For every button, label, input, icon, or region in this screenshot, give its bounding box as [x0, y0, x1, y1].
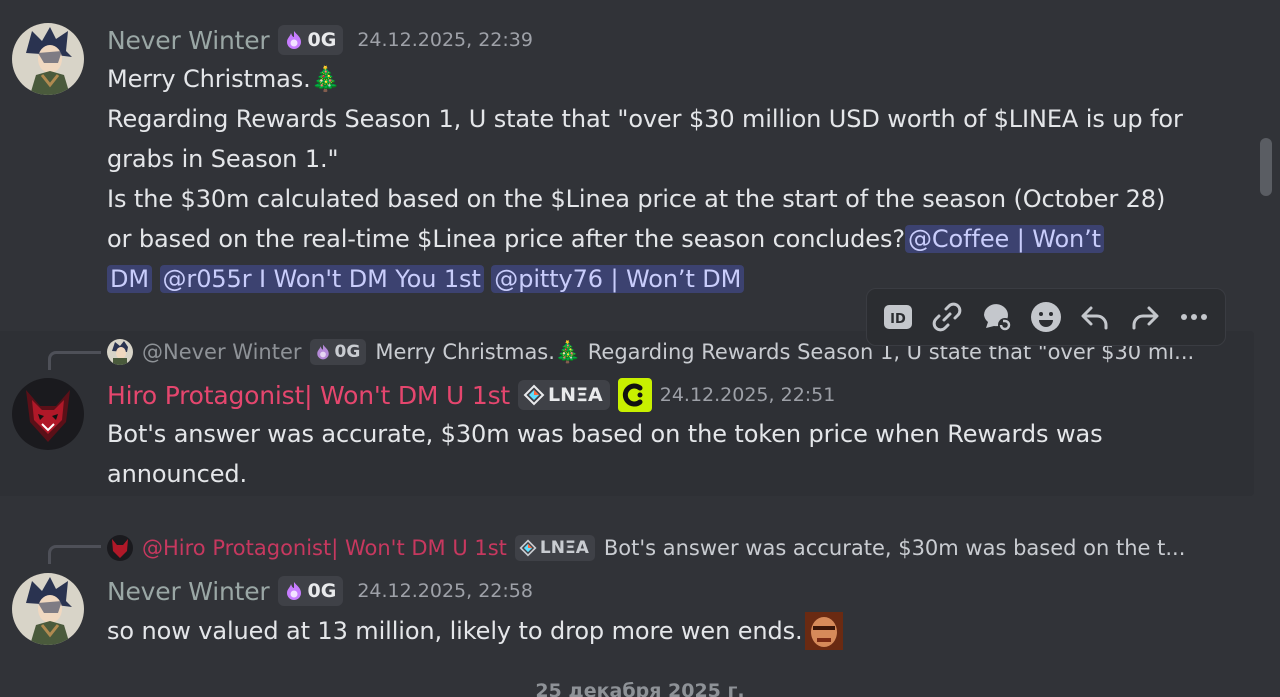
message-content: Bot's answer was accurate, $30m was base…	[107, 414, 1227, 494]
username[interactable]: Never Winter	[107, 577, 270, 606]
guild-tag[interactable]: 0G	[277, 576, 344, 606]
guild-tag[interactable]: LNΞA	[518, 380, 610, 410]
avatar-image	[107, 535, 133, 561]
message-header: Never Winter 0G 24.12.2025, 22:39	[107, 22, 533, 58]
message-line: announced.	[107, 460, 248, 488]
svg-text:ID: ID	[890, 312, 906, 327]
message-3[interactable]: @Hiro Protagonist| Won't DM U 1st LNΞA B…	[0, 525, 1254, 660]
message-line: or based on the real-time $Linea price a…	[107, 219, 1227, 259]
user-mention[interactable]: DM	[107, 265, 152, 293]
message-header: Never Winter 0G 24.12.2025, 22:58	[107, 573, 533, 609]
guild-tag[interactable]: 0G	[277, 25, 344, 55]
message-actions-toolbar: ID	[866, 288, 1226, 346]
message-content: Merry Christmas.🎄 Regarding Rewards Seas…	[107, 59, 1227, 299]
message-content: so now valued at 13 million, likely to d…	[107, 611, 1227, 651]
message-line: Regarding Rewards Season 1, U state that…	[107, 105, 1183, 133]
timestamp[interactable]: 24.12.2025, 22:51	[660, 384, 836, 406]
reply-username[interactable]: @Never Winter	[142, 340, 302, 364]
thread-icon	[983, 304, 1012, 332]
message-line: so now valued at 13 million, likely to d…	[107, 611, 1227, 651]
avatar[interactable]	[12, 23, 84, 95]
reply-avatar	[107, 535, 133, 561]
more-options-button[interactable]	[1174, 297, 1214, 337]
role-badge-icon	[617, 378, 652, 412]
message-line: grabs in Season 1."	[107, 145, 339, 173]
reply-preview[interactable]: @Hiro Protagonist| Won't DM U 1st LNΞA B…	[107, 533, 1185, 563]
message-header: Hiro Protagonist| Won't DM U 1st LNΞA 24…	[107, 377, 835, 413]
add-reaction-button[interactable]	[1026, 297, 1066, 337]
id-icon: ID	[883, 305, 912, 329]
copy-id-button[interactable]: ID	[878, 297, 918, 337]
message-1[interactable]: Never Winter 0G 24.12.2025, 22:39 Merry …	[0, 0, 1254, 310]
chat-messages: Never Winter 0G 24.12.2025, 22:39 Merry …	[0, 0, 1280, 697]
flame-icon	[316, 344, 329, 360]
user-mention[interactable]: @Coffee | Won’t	[905, 225, 1104, 253]
timestamp[interactable]: 24.12.2025, 22:58	[357, 580, 533, 602]
message-line: Is the $30m calculated based on the $Lin…	[107, 185, 1166, 213]
user-mention[interactable]: @pitty76 | Won’t DM	[491, 265, 745, 293]
christmas-tree-emoji: 🎄	[310, 65, 341, 93]
reply-text: Bot's answer was accurate, $30m was base…	[603, 536, 1186, 560]
reply-connector	[48, 545, 101, 564]
reaction-icon	[1030, 302, 1061, 332]
guild-tag-label: LNΞA	[539, 538, 589, 558]
copy-link-button[interactable]	[927, 297, 967, 337]
guild-tag[interactable]: 0G	[309, 339, 367, 365]
linea-diamond-icon	[523, 384, 545, 406]
linea-diamond-icon	[519, 539, 537, 557]
avatar-image	[107, 339, 133, 365]
avatar-image	[12, 23, 84, 95]
username[interactable]: Hiro Protagonist| Won't DM U 1st	[107, 381, 510, 410]
timestamp[interactable]: 24.12.2025, 22:39	[357, 29, 533, 51]
message-line: Merry Christmas.🎄	[107, 65, 341, 93]
create-thread-button[interactable]	[977, 297, 1017, 337]
user-mention[interactable]: @r055r I Won't DM You 1st	[159, 265, 484, 293]
reply-username[interactable]: @Hiro Protagonist| Won't DM U 1st	[142, 536, 507, 560]
guild-tag-label: 0G	[307, 580, 337, 602]
guild-tag-label: LNΞA	[548, 384, 603, 406]
forward-icon	[1132, 306, 1159, 330]
reply-connector	[48, 351, 101, 370]
custom-emoji-icon	[804, 612, 843, 650]
avatar-image	[12, 378, 84, 450]
forward-button[interactable]	[1125, 297, 1165, 337]
date-separator: 25 декабря 2025 г.	[535, 680, 745, 697]
message-line: Bot's answer was accurate, $30m was base…	[107, 420, 1103, 448]
flame-icon	[286, 31, 301, 49]
username[interactable]: Never Winter	[107, 26, 270, 55]
avatar-image	[12, 573, 84, 645]
scrollbar-thumb[interactable]	[1260, 138, 1272, 196]
more-icon	[1181, 314, 1208, 320]
reply-icon	[1081, 306, 1108, 330]
message-2[interactable]: @Never Winter 0G Merry Christmas.🎄 Regar…	[0, 331, 1254, 496]
reply-button[interactable]	[1075, 297, 1115, 337]
avatar[interactable]	[12, 573, 84, 645]
c-logo-icon	[622, 383, 643, 407]
flame-icon	[286, 582, 301, 600]
guild-tag[interactable]: LNΞA	[514, 535, 595, 561]
guild-tag-label: 0G	[307, 29, 337, 51]
link-icon	[932, 302, 962, 332]
guild-tag-label: 0G	[334, 342, 361, 362]
avatar[interactable]	[12, 378, 84, 450]
reply-avatar	[107, 339, 133, 365]
